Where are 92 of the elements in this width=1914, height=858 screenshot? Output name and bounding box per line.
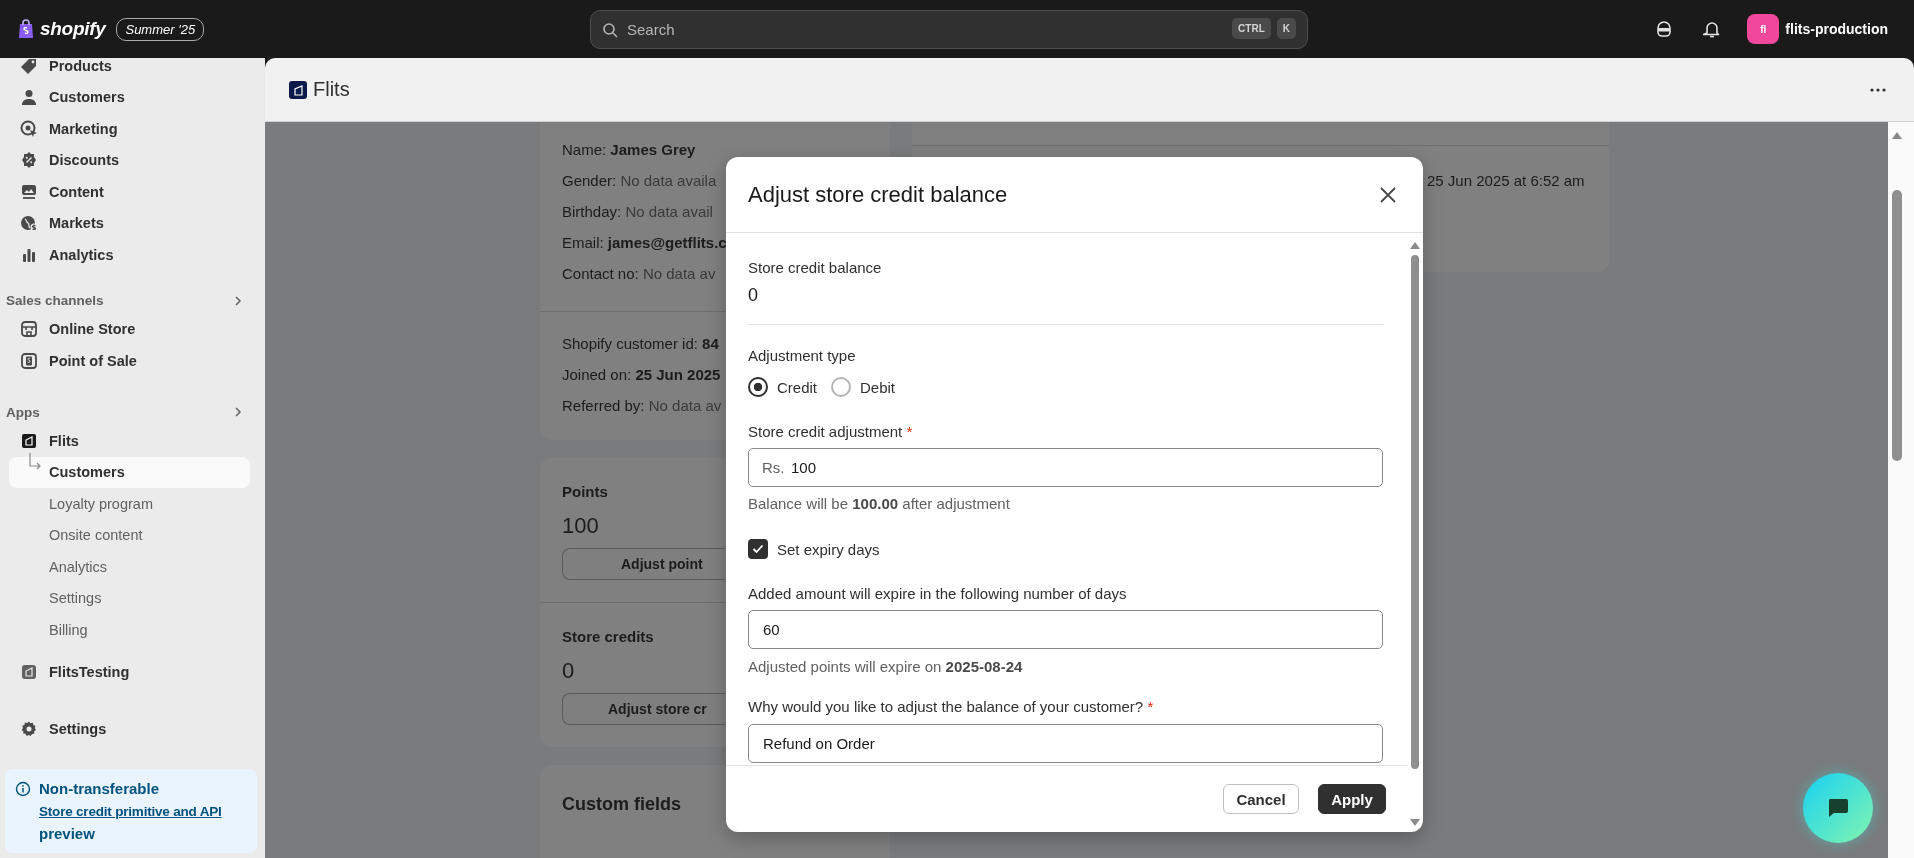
scroll-down-icon	[1410, 819, 1420, 826]
chat-icon	[1826, 796, 1850, 820]
detail-text: Contact no: No data av	[562, 264, 716, 284]
chevron-right-icon[interactable]	[233, 294, 243, 307]
nav-subitem[interactable]: Analytics	[9, 551, 250, 583]
reason-field[interactable]: Refund on Order	[748, 724, 1383, 763]
nav-item[interactable]: Marketing	[0, 113, 265, 145]
edition-badge: Summer '25	[116, 17, 205, 41]
days-field[interactable]: 60	[748, 610, 1383, 649]
shortcut-key: CTRL	[1232, 17, 1271, 39]
currency-prefix: Rs.	[762, 459, 785, 476]
globe-icon	[20, 214, 38, 233]
card-heading: Custom fields	[561, 793, 682, 815]
person-icon	[20, 88, 38, 107]
nav-item[interactable]: Markets	[0, 207, 265, 239]
app-icon	[20, 663, 38, 682]
image-icon	[20, 182, 38, 201]
radio-button[interactable]	[831, 377, 851, 397]
checkbox-label[interactable]: Set expiry days	[777, 540, 880, 558]
nav-subitem[interactable]: Onsite content	[9, 519, 250, 551]
card-heading: Points	[562, 482, 608, 502]
app-icon	[20, 431, 38, 450]
nav-item[interactable]: Analytics	[0, 239, 265, 271]
nav-item[interactable]: Customers	[0, 81, 265, 113]
scroll-up-icon	[1892, 132, 1902, 139]
balance-value: 0	[562, 659, 575, 683]
nav-item[interactable]: Point of Sale	[0, 345, 265, 377]
balance-value: 0	[748, 284, 759, 307]
nav-item[interactable]: Settings	[0, 713, 265, 745]
detail-text: Birthday: No data avail	[562, 202, 713, 222]
detail-text: Name: James Grey	[562, 140, 696, 160]
field-label: Store credit balance	[748, 258, 883, 278]
nav-subitem[interactable]: Settings	[9, 582, 250, 614]
detail-text: Joined on: 25 Jun 2025	[562, 365, 721, 385]
info-icon	[15, 781, 31, 797]
help-text: Balance will be 100.00 after adjustment	[748, 494, 1011, 514]
detail-text: Email: james@getflits.c	[562, 233, 727, 253]
helmet-icon[interactable]	[1655, 20, 1674, 38]
section-heading: Sales channels	[6, 293, 104, 308]
section-heading: Apps	[6, 404, 40, 420]
nav-item[interactable]: Online Store	[0, 313, 265, 345]
checkmark-icon	[752, 544, 764, 554]
more-options-icon[interactable]	[1870, 87, 1886, 92]
bell-icon[interactable]	[1703, 20, 1722, 38]
nav-item[interactable]: Products	[0, 58, 265, 82]
adjust-button[interactable]: Adjust store cr	[562, 693, 725, 725]
storefront-icon	[20, 320, 38, 339]
nav-item[interactable]: FlitsTesting	[0, 656, 265, 688]
checkbox[interactable]	[748, 539, 768, 559]
field-label: Store credit adjustment *	[748, 422, 914, 442]
field-label: Adjustment type	[748, 346, 857, 366]
help-text: Adjusted points will expire on 2025-08-24	[748, 657, 1024, 677]
notice-text: Store credit primitive and API preview	[39, 803, 223, 844]
detail-text: Referred by: No data av	[562, 396, 722, 416]
apply-button[interactable]: Apply	[1318, 784, 1386, 814]
discount-icon	[20, 151, 38, 170]
search-icon	[602, 21, 618, 38]
pos-icon	[20, 351, 38, 370]
detail-text: Shopify customer id: 84	[562, 334, 719, 354]
date-text: 25 Jun 2025 at 6:52 am	[1427, 172, 1585, 189]
notice-title: Non-transferable	[39, 779, 161, 799]
target-icon	[20, 119, 38, 138]
nav-subitem[interactable]: Loyalty program	[9, 488, 250, 520]
field-label: Why would you like to adjust the balance of your customer? *	[748, 697, 1155, 717]
scroll-up-icon	[1410, 242, 1420, 249]
nav-subitem[interactable]: Customers	[9, 456, 250, 488]
nav-item[interactable]: Discounts	[0, 144, 265, 176]
cancel-button[interactable]: Cancel	[1223, 784, 1299, 814]
scrollbar-thumb[interactable]	[1411, 255, 1419, 769]
nav-subitem[interactable]: Billing	[9, 614, 250, 646]
detail-text: Gender: No data availa	[562, 171, 717, 191]
nav-item[interactable]: Flits	[0, 425, 265, 457]
field-label: Added amount will expire in the following number of days	[748, 584, 1128, 604]
brand-logo-text: shopify	[40, 18, 106, 40]
nav-item[interactable]: Content	[0, 176, 265, 208]
card-heading: Store credits	[562, 627, 654, 647]
scrollbar-thumb[interactable]	[1892, 190, 1902, 461]
radio-label[interactable]: Debit	[860, 378, 896, 396]
notice-link[interactable]: Store credit primitive and API	[39, 804, 222, 819]
close-icon[interactable]	[1380, 186, 1396, 203]
radio-button[interactable]	[748, 377, 768, 397]
shopping-bag-icon	[18, 19, 34, 39]
adjust-button[interactable]: Adjust point	[562, 548, 725, 580]
store-name[interactable]: flits-production	[1785, 21, 1888, 37]
chevron-right-icon[interactable]	[233, 406, 243, 418]
app-icon	[289, 80, 307, 99]
radio-label[interactable]: Credit	[777, 378, 817, 396]
scrollbar[interactable]	[1888, 122, 1914, 858]
dialog-title: Adjust store credit balance	[748, 181, 1008, 208]
balance-value: 100	[562, 514, 599, 538]
gear-icon	[20, 719, 38, 738]
app-title: Flits	[313, 78, 350, 101]
